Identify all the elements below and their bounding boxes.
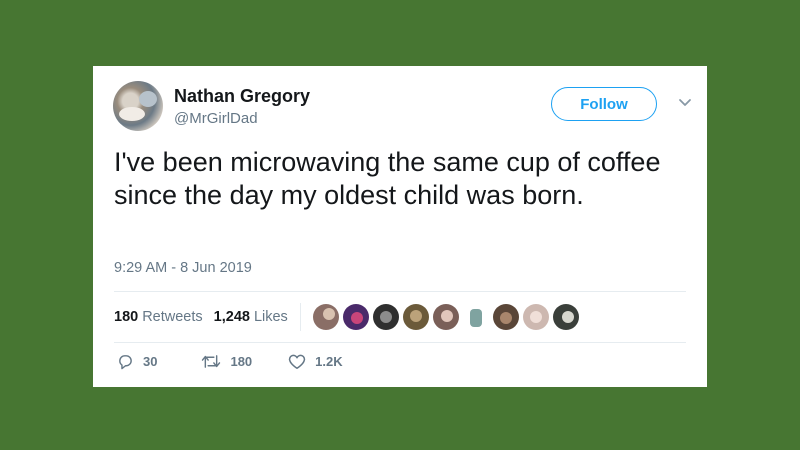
- like-count: 1.2K: [315, 354, 343, 369]
- liker-avatar[interactable]: [492, 304, 519, 330]
- likes-label[interactable]: Likes: [254, 309, 288, 325]
- liker-avatar[interactable]: [522, 304, 549, 330]
- liker-avatar[interactable]: [312, 304, 339, 330]
- retweets-count[interactable]: 180: [114, 309, 138, 325]
- like-button[interactable]: 1.2K: [288, 353, 343, 370]
- reply-button[interactable]: 30: [117, 353, 157, 370]
- liker-avatar[interactable]: [462, 304, 489, 330]
- tweet-timestamp[interactable]: 9:29 AM - 8 Jun 2019: [114, 260, 252, 276]
- divider: [114, 291, 686, 292]
- retweets-label[interactable]: Retweets: [142, 309, 202, 325]
- tweet-card: Nathan Gregory @MrGirlDad Follow I've be…: [93, 66, 707, 387]
- retweet-count: 180: [230, 354, 253, 369]
- divider: [114, 342, 686, 343]
- tweet-actions: 30 180 1.2K: [117, 353, 343, 370]
- liker-avatar[interactable]: [402, 304, 429, 330]
- author-handle[interactable]: @MrGirlDad: [174, 110, 258, 127]
- reply-count: 30: [143, 354, 158, 369]
- liker-avatar[interactable]: [372, 304, 399, 330]
- reply-icon: [119, 355, 132, 370]
- chevron-down-icon[interactable]: [678, 98, 692, 108]
- author-avatar[interactable]: [113, 81, 163, 131]
- engagement-stats: 180 Retweets 1,248 Likes: [114, 303, 583, 331]
- liker-avatars: [312, 304, 583, 330]
- retweet-icon: [202, 355, 221, 368]
- heart-icon: [289, 354, 306, 369]
- liker-avatar[interactable]: [342, 304, 369, 330]
- liker-avatar[interactable]: [552, 304, 579, 330]
- author-name[interactable]: Nathan Gregory: [174, 86, 310, 107]
- follow-button[interactable]: Follow: [551, 87, 657, 121]
- liker-avatar[interactable]: [432, 304, 459, 330]
- retweet-button[interactable]: 180: [201, 353, 252, 370]
- stats-separator: [299, 303, 301, 331]
- likes-count[interactable]: 1,248: [214, 309, 250, 325]
- tweet-text: I've been microwaving the same cup of co…: [114, 147, 661, 210]
